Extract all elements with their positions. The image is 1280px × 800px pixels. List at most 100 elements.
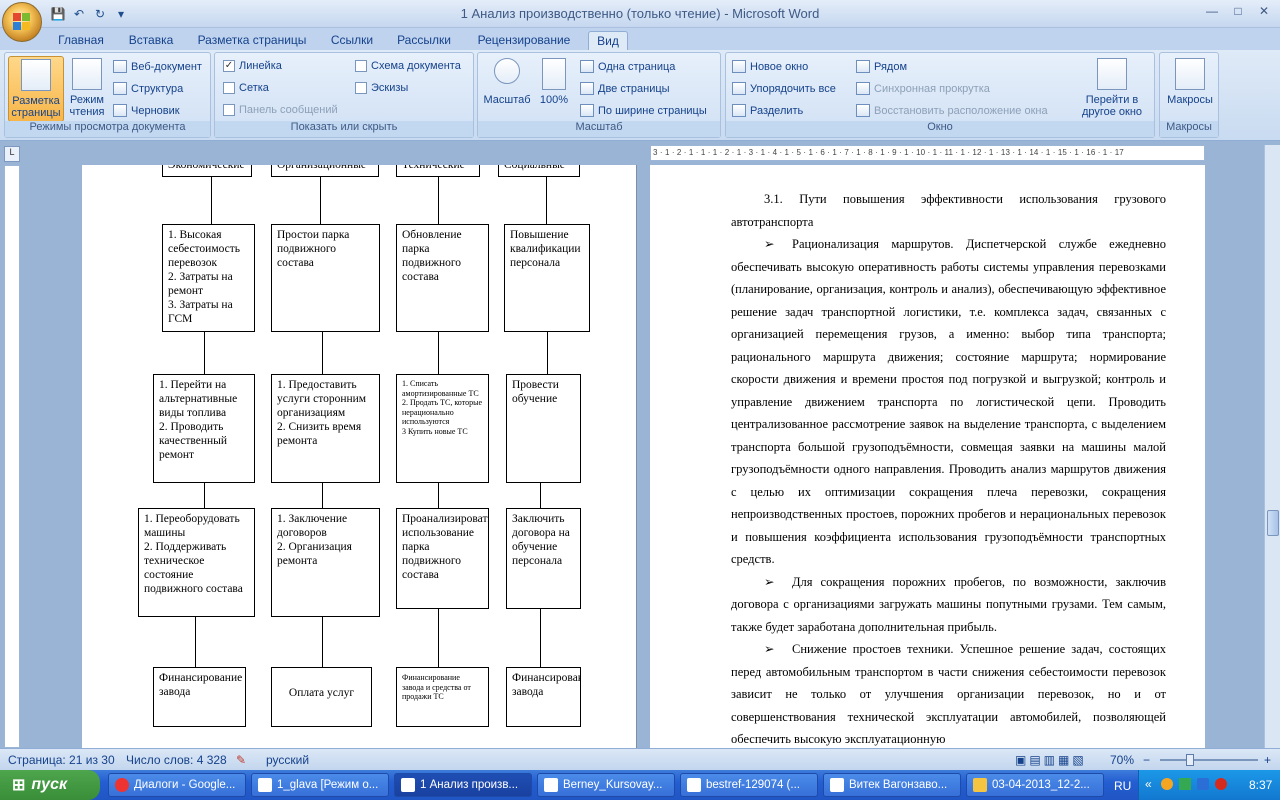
group-macros: Макросы Макросы <box>1159 52 1219 138</box>
side-by-side-button[interactable]: Рядом <box>856 60 907 73</box>
office-button[interactable] <box>2 2 42 42</box>
print-layout-button[interactable]: Разметка страницы <box>8 56 64 122</box>
task-explorer[interactable]: 03-04-2013_12-2... <box>966 773 1104 797</box>
task-word-4[interactable]: bestref-129074 (... <box>680 773 818 797</box>
ruler-checkbox[interactable]: ✓ Линейка <box>223 60 282 72</box>
folder-icon <box>973 778 987 792</box>
maximize-button[interactable]: □ <box>1226 2 1250 20</box>
tab-insert[interactable]: Вставка <box>120 31 182 50</box>
draft-button[interactable]: Черновик <box>113 104 180 117</box>
word-doc-icon <box>401 778 415 792</box>
close-button[interactable]: ✕ <box>1252 2 1276 20</box>
word-count[interactable]: Число слов: 4 328 <box>126 753 227 767</box>
checkbox-checked: ✓ <box>223 60 235 72</box>
box-organizational-2: 1. Предоставить услуги сторонним организ… <box>271 374 380 483</box>
task-chrome[interactable]: Диалоги - Google... <box>108 773 246 797</box>
bullet-arrow-icon: ➢ <box>764 237 775 251</box>
group-label: Масштаб <box>478 121 720 137</box>
bullet-arrow-icon: ➢ <box>764 574 775 589</box>
split-button[interactable]: Разделить <box>732 104 803 117</box>
bluetooth-icon[interactable] <box>1197 778 1209 790</box>
document-area[interactable]: Экономические Организационные Технически… <box>24 165 1262 748</box>
task-word-5[interactable]: Витек Вагонзаво... <box>823 773 961 797</box>
page-width-button[interactable]: По ширине страницы <box>580 104 707 117</box>
doc-map-checkbox[interactable]: Схема документа <box>355 60 461 72</box>
connector <box>438 332 439 374</box>
vertical-scrollbar[interactable] <box>1264 145 1280 748</box>
header-box-economic: Экономические <box>162 165 252 177</box>
view-buttons[interactable]: ▣▤▥▦▧ <box>1015 753 1087 767</box>
outline-icon <box>113 82 127 95</box>
one-page-button[interactable]: Одна страница <box>580 60 675 73</box>
page-count[interactable]: Страница: 21 из 30 <box>8 753 115 767</box>
tray-expand-icon[interactable]: « <box>1145 777 1152 791</box>
reset-window-position-button[interactable]: Восстановить расположение окна <box>856 104 1048 117</box>
zoom-level[interactable]: 70% <box>1110 753 1134 767</box>
ruler-ticks: 3 · 1 · 2 · 1 · 1 · 1 · 2 · 1 · 3 · 1 · … <box>653 148 1124 157</box>
window-title: 1 Анализ производственно (только чтение)… <box>460 6 820 21</box>
one-page-icon <box>580 60 594 73</box>
zoom-slider-thumb[interactable] <box>1186 754 1194 766</box>
arrange-all-icon <box>732 82 746 95</box>
task-word-2[interactable]: 1 Анализ произв... <box>394 773 532 797</box>
grid-checkbox[interactable]: Сетка <box>223 82 269 94</box>
outline-button[interactable]: Структура <box>113 82 183 95</box>
language-indicator[interactable]: RU <box>1114 779 1131 793</box>
paragraph: ➢ Снижение простоев техники. Успешное реш… <box>731 638 1166 748</box>
ribbon-tabs: Главная Вставка Разметка страницы Ссылки… <box>0 28 1280 50</box>
task-word-1[interactable]: 1_glava [Режим о... <box>251 773 389 797</box>
horizontal-ruler[interactable]: 3 · 1 · 2 · 1 · 1 · 1 · 2 · 1 · 3 · 1 · … <box>650 145 1205 161</box>
new-window-button[interactable]: Новое окно <box>732 60 808 73</box>
taskbar: ⊞ пуск Диалоги - Google... 1_glava [Режим… <box>0 770 1280 800</box>
message-bar-checkbox[interactable]: Панель сообщений <box>223 104 338 116</box>
connector <box>320 177 321 224</box>
page-100-icon <box>542 58 566 90</box>
connector <box>322 617 323 667</box>
switch-windows-button[interactable]: Перейти в другое окно <box>1072 58 1152 118</box>
group-window: Новое окно Упорядочить все Разделить Ряд… <box>725 52 1155 138</box>
tab-references[interactable]: Ссылки <box>322 31 382 50</box>
reading-mode-button[interactable]: Режим чтения <box>67 58 107 118</box>
two-pages-button[interactable]: Две страницы <box>580 82 670 95</box>
tab-view[interactable]: Вид <box>588 31 628 50</box>
box-economic-2: 1. Перейти на альтернативные виды топлив… <box>153 374 255 483</box>
opera-icon[interactable] <box>1215 778 1227 790</box>
tab-review[interactable]: Рецензирование <box>466 31 582 50</box>
tab-selector[interactable]: L <box>4 146 20 162</box>
two-pages-icon <box>580 82 594 95</box>
network-icon[interactable] <box>1179 778 1191 790</box>
thumbnails-checkbox[interactable]: Эскизы <box>355 82 408 94</box>
macros-button[interactable]: Макросы <box>1162 58 1218 106</box>
zoom-100-button[interactable]: 100% <box>536 58 572 106</box>
zoom-in-button[interactable]: + <box>1264 753 1271 767</box>
task-word-3[interactable]: Berney_Kursovay... <box>537 773 675 797</box>
start-button[interactable]: ⊞ пуск <box>0 770 100 800</box>
paragraph: ➢ Для сокращения порожних пробегов, по во… <box>731 571 1166 639</box>
arrange-all-button[interactable]: Упорядочить все <box>732 82 836 95</box>
box-organizational-3: 1. Заключение договоров 2. Организация р… <box>271 508 380 617</box>
zoom-slider[interactable] <box>1160 759 1258 761</box>
vertical-ruler[interactable] <box>4 165 20 748</box>
scrollbar-thumb[interactable] <box>1267 510 1279 536</box>
group-label: Показать или скрыть <box>215 121 473 137</box>
zoom-out-button[interactable]: − <box>1143 753 1150 767</box>
web-layout-button[interactable]: Веб-документ <box>113 60 202 73</box>
header-box-organizational: Организационные <box>271 165 379 177</box>
tab-home[interactable]: Главная <box>50 31 112 50</box>
spellcheck-icon[interactable]: ✎ <box>236 753 246 767</box>
box-technical-2: 1. Списать амортизированные ТС 2. Продат… <box>396 374 489 483</box>
language[interactable]: русский <box>266 753 309 767</box>
new-window-icon <box>732 60 746 73</box>
antivirus-icon[interactable] <box>1161 778 1173 790</box>
zoom-button[interactable]: Масштаб <box>481 58 533 106</box>
connector <box>438 609 439 667</box>
minimize-button[interactable]: — <box>1200 2 1224 20</box>
tab-mailings[interactable]: Рассылки <box>390 31 458 50</box>
office-logo-icon <box>13 13 31 31</box>
connector <box>204 332 205 374</box>
sync-scroll-button[interactable]: Синхронная прокрутка <box>856 82 990 95</box>
clock[interactable]: 8:37 <box>1249 778 1272 792</box>
connector <box>438 483 439 508</box>
side-by-side-icon <box>856 60 870 73</box>
tab-page-layout[interactable]: Разметка страницы <box>190 31 314 50</box>
